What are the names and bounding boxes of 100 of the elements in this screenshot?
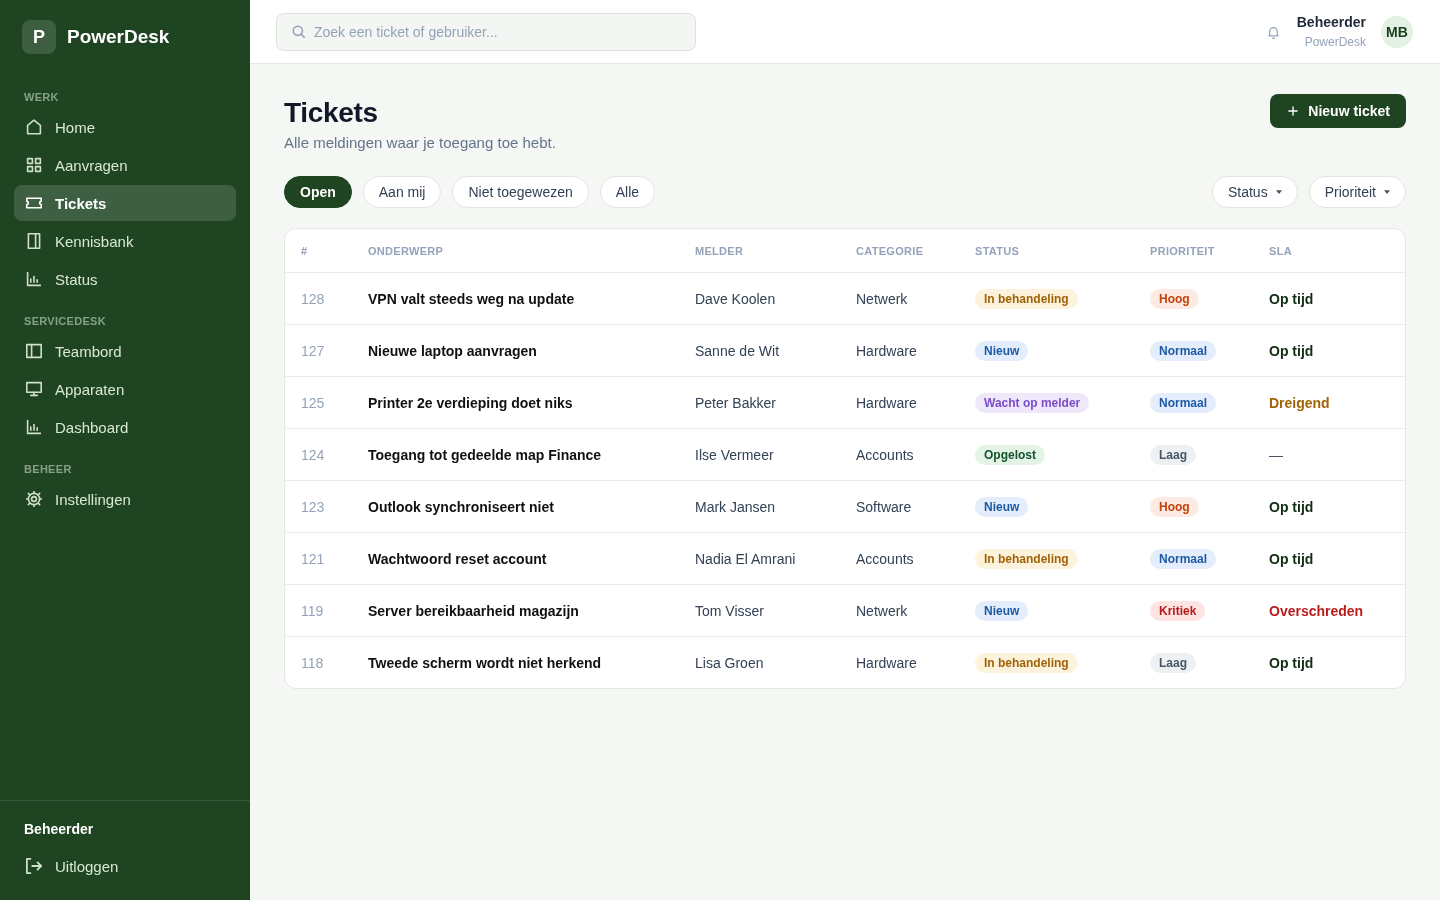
table-cell: 121	[301, 550, 325, 567]
table-cell: Tom Visser	[695, 602, 764, 619]
grid-icon	[26, 157, 42, 173]
page-subtitle: Alle meldingen waar je toegang toe hebt.	[284, 133, 556, 153]
table-cell[interactable]: VPN valt steeds weg na update	[368, 290, 575, 307]
priority-badge: Laag	[1150, 444, 1196, 465]
table-cell: Hardware	[856, 654, 917, 671]
table-cell: Accounts	[856, 446, 914, 463]
filter-chip[interactable]: Open	[284, 176, 352, 208]
table-cell: Sanne de Wit	[695, 342, 780, 359]
priority-badge: Normaal	[1150, 340, 1217, 361]
table-cell: Lisa Groen	[695, 654, 764, 671]
table-cell[interactable]: Nieuwe laptop aanvragen	[368, 342, 537, 359]
status-badge: Wacht op melder	[975, 392, 1090, 413]
status-badge: Opgelost	[975, 444, 1045, 465]
table-cell: Nadia El Amrani	[695, 550, 796, 567]
table-cell: Hardware	[856, 342, 917, 359]
user-organization: PowerDesk	[1304, 34, 1366, 50]
user-name: Beheerder	[24, 820, 94, 838]
sidebar-item[interactable]: Home	[14, 109, 236, 145]
table-cell[interactable]: Wachtwoord reset account	[368, 550, 547, 567]
table-cell: Op tijd	[1269, 290, 1314, 307]
section-heading: WERK	[24, 90, 59, 104]
table-cell: 125	[301, 394, 325, 411]
table-cell: Peter Bakker	[695, 394, 776, 411]
priority-badge: Laag	[1150, 652, 1196, 673]
sidebar-item[interactable]: Kennisbank	[14, 223, 236, 259]
table-cell: Op tijd	[1269, 342, 1314, 359]
filter-chip[interactable]: Alle	[599, 176, 656, 208]
table-cell[interactable]: Server bereikbaarheid magazijn	[368, 602, 579, 619]
table-cell[interactable]: Outlook synchroniseert niet	[368, 498, 554, 515]
user-avatar[interactable]: MB	[1381, 15, 1413, 48]
sidebar-item[interactable]: Aanvragen	[14, 147, 236, 183]
sidebar-item[interactable]: Instellingen	[14, 481, 236, 517]
table-cell: Dreigend	[1269, 394, 1330, 411]
table-cell: Netwerk	[856, 602, 908, 619]
filter-chip[interactable]: Aan mij	[362, 176, 442, 208]
status-badge: Nieuw	[975, 496, 1029, 517]
priority-badge: Hoog	[1150, 496, 1199, 517]
priority-badge: Normaal	[1150, 548, 1217, 569]
table-cell[interactable]: Printer 2e verdieping doet niks	[368, 394, 573, 411]
column-header: #	[301, 244, 308, 257]
status-badge: In behandeling	[975, 652, 1078, 673]
caret-icon	[1384, 190, 1390, 194]
table-cell: Hardware	[856, 394, 917, 411]
table-cell: Op tijd	[1269, 654, 1314, 671]
bell-icon[interactable]	[1267, 24, 1279, 39]
table-cell: Op tijd	[1269, 550, 1314, 567]
table-cell: 118	[301, 654, 324, 671]
monitor-icon	[26, 381, 42, 397]
table-cell[interactable]: Tweede scherm wordt niet herkend	[368, 654, 602, 671]
table-cell: Ilse Vermeer	[695, 446, 774, 463]
section-heading: BEHEER	[24, 462, 72, 476]
search-icon	[292, 24, 305, 38]
home-icon	[26, 119, 42, 135]
logout-link[interactable]: Uitloggen	[14, 848, 236, 884]
priority-badge: Hoog	[1150, 288, 1199, 309]
status-badge: Nieuw	[975, 340, 1029, 361]
ticket-icon	[26, 195, 42, 211]
panel-icon	[26, 343, 42, 359]
plus-icon	[1288, 106, 1299, 116]
table-cell: Software	[856, 498, 912, 515]
section-heading: SERVICEDESK	[24, 314, 106, 328]
column-header: MELDER	[695, 244, 744, 257]
panel-icon	[26, 233, 42, 249]
sidebar-item[interactable]: Status	[14, 261, 236, 297]
logo-mark: P	[22, 20, 56, 54]
table-cell: 127	[301, 342, 325, 359]
table-cell[interactable]: Toegang tot gedeelde map Finance	[368, 446, 602, 463]
filter-chip[interactable]: Niet toegewezen	[452, 176, 589, 208]
status-badge: In behandeling	[975, 548, 1078, 569]
sidebar-item[interactable]: Dashboard	[14, 409, 236, 445]
table-cell: —	[1269, 446, 1283, 463]
table-cell: Overschreden	[1269, 602, 1364, 619]
page-title: Tickets	[284, 96, 379, 130]
table-cell: 128	[301, 290, 325, 307]
table-cell: Mark Jansen	[695, 498, 776, 515]
column-header: ONDERWERP	[368, 244, 444, 257]
sidebar-item[interactable]: Teambord	[14, 333, 236, 369]
caret-icon	[1275, 190, 1282, 194]
search-field[interactable]: Zoek een ticket of gebruiker...	[276, 12, 696, 51]
new-ticket-button[interactable]: Nieuw ticket	[1270, 94, 1406, 128]
settings-icon	[26, 491, 42, 507]
status-badge: Nieuw	[975, 600, 1029, 621]
table-cell: 119	[301, 602, 324, 619]
table-cell: Netwerk	[856, 290, 908, 307]
status-badge: In behandeling	[975, 288, 1078, 309]
priority-badge: Normaal	[1150, 392, 1217, 413]
filter-dropdown[interactable]: Status	[1211, 176, 1298, 208]
column-header: SLA	[1269, 244, 1292, 257]
logout-icon	[26, 858, 42, 874]
app-name: PowerDesk	[67, 26, 170, 48]
priority-badge: Kritiek	[1150, 600, 1206, 621]
bar-chart-icon	[26, 271, 42, 287]
table-cell: Accounts	[856, 550, 914, 567]
filter-dropdown[interactable]: Prioriteit	[1308, 176, 1406, 208]
sidebar-item[interactable]: Tickets	[14, 185, 236, 221]
sidebar-item[interactable]: Apparaten	[14, 371, 236, 407]
column-header: STATUS	[975, 244, 1020, 257]
user-name: Beheerder	[1296, 13, 1366, 31]
